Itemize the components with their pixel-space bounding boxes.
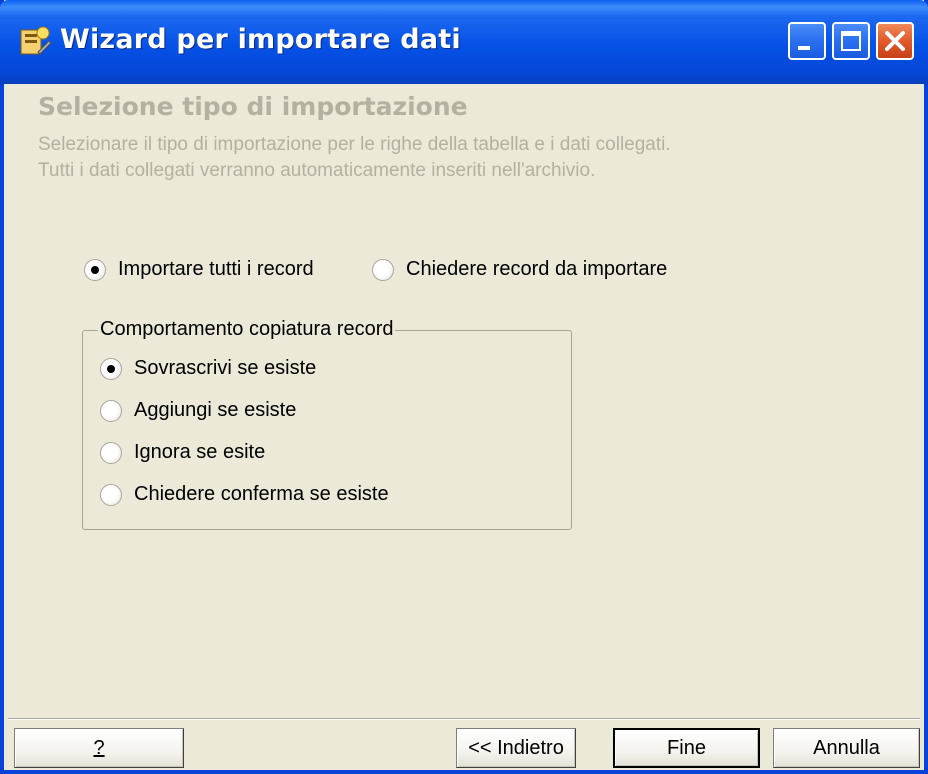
radio-dot-icon [107,364,115,373]
radio-append[interactable]: Aggiungi se esiste [100,399,296,422]
radio-ignore-label: Ignora se esite [134,441,266,463]
description-line-1: Selezionare il tipo di importazione per … [38,134,671,155]
radio-dot-icon [91,265,99,274]
radio-button[interactable] [84,258,106,281]
radio-button[interactable] [100,357,122,380]
radio-confirm[interactable]: Chiedere conferma se esiste [100,483,389,506]
window-title: Wizard per importare dati [60,24,461,55]
close-icon [885,31,905,51]
radio-confirm-label: Chiedere conferma se esiste [134,483,389,505]
radio-overwrite[interactable]: Sovrascrivi se esiste [100,357,316,380]
radio-button[interactable] [372,258,394,281]
radio-button[interactable] [100,399,122,422]
radio-button[interactable] [100,441,122,464]
maximize-button[interactable] [832,22,870,60]
wizard-window: Wizard per importare dati Selezione tipo… [0,0,928,774]
cancel-button[interactable]: Annulla [773,728,920,768]
title-bar[interactable]: Wizard per importare dati [0,0,928,84]
finish-button[interactable]: Fine [613,728,760,768]
wizard-content: Selezione tipo di importazione Seleziona… [8,84,920,718]
radio-button[interactable] [100,483,122,506]
radio-overwrite-label: Sovrascrivi se esiste [134,357,317,379]
radio-ask-records-label: Chiedere record da importare [406,258,668,280]
radio-ask-records[interactable]: Chiedere record da importare [372,258,667,281]
help-button[interactable]: ? [14,728,184,768]
copy-behavior-title: Comportamento copiatura record [98,318,396,341]
minimize-button[interactable] [788,22,826,60]
page-heading: Selezione tipo di importazione [38,92,468,121]
radio-import-all-label: Importare tutti i record [118,258,314,280]
description-line-2: Tutti i dati collegati verranno automati… [38,160,596,181]
minimize-icon [798,46,810,50]
radio-append-label: Aggiungi se esiste [134,399,297,421]
help-button-label: ? [93,736,105,759]
wizard-app-icon [20,26,52,55]
footer-separator [8,718,920,720]
radio-import-all[interactable]: Importare tutti i record [84,258,314,281]
close-button[interactable] [876,22,914,60]
radio-ignore[interactable]: Ignora se esite [100,441,265,464]
maximize-icon [841,31,861,51]
back-button[interactable]: << Indietro [456,728,576,768]
